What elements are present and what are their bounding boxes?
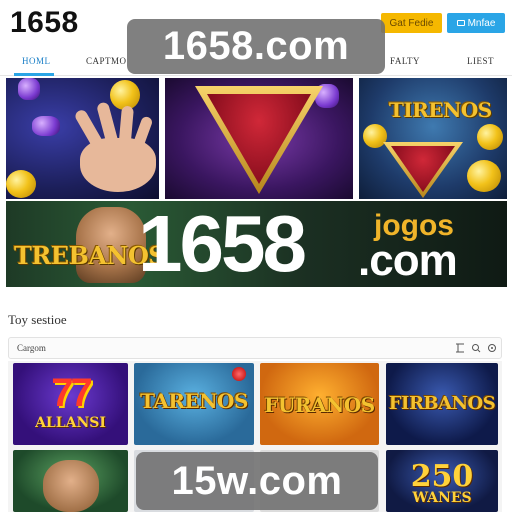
gem-icon [32, 116, 60, 136]
game-tile-title: WANES [412, 490, 472, 506]
game-tile-title: FIRBANOS [388, 393, 496, 414]
category-filter-bar: Cargom [8, 337, 502, 359]
game-tile[interactable]: TARENOS [134, 363, 254, 445]
gem-icon [18, 78, 40, 100]
nav-item-home[interactable]: HOML [22, 56, 51, 66]
get-featured-button[interactable]: Gat Fedie [381, 13, 442, 33]
nav-item-falty[interactable]: FALTY [390, 56, 420, 66]
hero-number: 1658 [138, 201, 307, 287]
get-featured-label: Gat Fedie [389, 17, 434, 29]
tirenos-title: TIRENOS [389, 98, 492, 122]
coin-icon [467, 160, 501, 192]
coin-icon [363, 124, 387, 148]
game-tile-number: 77 [51, 371, 93, 415]
game-tile[interactable]: FIRBANOS [386, 363, 498, 445]
site-logo[interactable]: 1658 [10, 6, 79, 40]
section-title: Toy sestioe [8, 312, 67, 327]
nav-item-captmo[interactable]: CAPTMO [86, 56, 127, 66]
hero-banner[interactable]: TREBANOS 1658 jogos .com [6, 201, 507, 287]
page: 1658 Gat Fedie Mnfae HOML CAPTMO FALTY L… [0, 0, 512, 512]
coin-icon [477, 124, 503, 150]
game-tile-title: FURANOS [264, 393, 375, 417]
hero-suffix-bottom: .com [358, 236, 458, 285]
settings-icon[interactable] [487, 343, 497, 353]
game-tile[interactable]: 77 ALLANSI [13, 363, 128, 445]
banner-panel-coins[interactable] [6, 78, 159, 199]
nav-active-indicator [14, 73, 54, 76]
nav-item-liest[interactable]: LIEST [467, 56, 494, 66]
game-tile-title: TARENOS [140, 389, 248, 413]
search-icon[interactable] [471, 343, 481, 353]
game-tile-number: 250 [410, 459, 474, 494]
character-illustration [43, 460, 99, 512]
game-tile[interactable] [13, 450, 128, 512]
watermark-top: 1658.com [127, 19, 385, 74]
game-tile[interactable]: FURANOS [260, 363, 379, 445]
hand-palm [80, 138, 156, 192]
apple-icon [232, 367, 246, 381]
menu-label: Mnfae [467, 17, 496, 29]
game-tile-title: ALLANSI [35, 415, 106, 431]
menu-icon [456, 20, 465, 26]
category-label[interactable]: Cargom [17, 343, 46, 353]
filter-icon[interactable] [455, 343, 465, 353]
menu-button[interactable]: Mnfae [447, 13, 505, 33]
coin-icon [6, 170, 36, 198]
watermark-bottom: 15w.com [136, 452, 378, 510]
game-tile[interactable]: 250 WANES [386, 450, 498, 512]
